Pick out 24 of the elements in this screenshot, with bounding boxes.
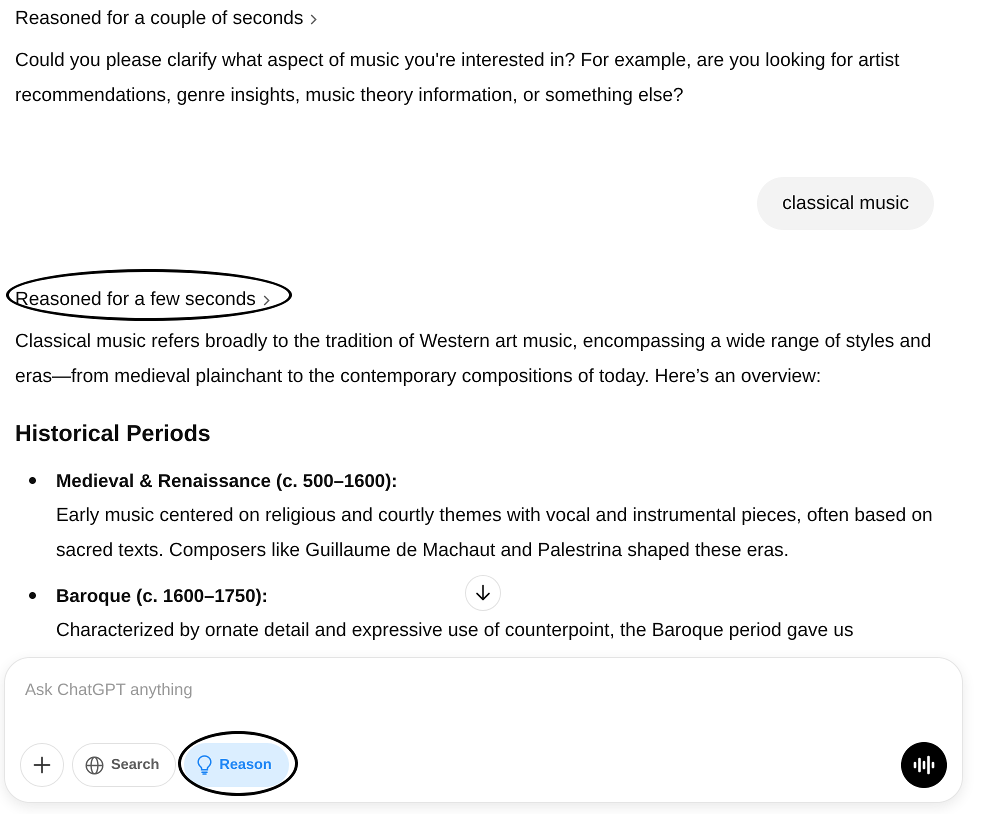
message-text: Could you please clarify what aspect of music you're interested in? For example, are you looking for artist recommendations, genre insights, music theory information, or something else? bbox=[15, 49, 900, 108]
bullet-icon bbox=[29, 477, 36, 484]
bullet-text: Early music centered on religious and courtly themes with vocal and instrumental pieces, often based on sacred texts. Composers like Guillaume de Machaut and Palestrina shaped these eras. bbox=[56, 504, 934, 563]
search-button[interactable]: Search bbox=[72, 743, 176, 787]
scroll-down-button[interactable] bbox=[465, 575, 501, 611]
bullet-title: Baroque (c. 1600–1750): bbox=[56, 584, 268, 608]
add-button[interactable] bbox=[20, 743, 64, 787]
arrow-down-icon bbox=[474, 584, 492, 602]
waveform-icon bbox=[913, 755, 935, 775]
globe-icon bbox=[85, 756, 104, 774]
chevron-right-icon bbox=[262, 294, 270, 306]
bullet-icon bbox=[29, 592, 36, 599]
user-message-bubble: classical music bbox=[757, 177, 934, 230]
voice-button[interactable] bbox=[901, 742, 947, 788]
section-heading: Historical Periods bbox=[15, 419, 211, 448]
lightbulb-icon bbox=[197, 755, 212, 775]
bullet-text: Characterized by ornate detail and expressive use of counterpoint, the Baroque period gave us bbox=[56, 619, 854, 643]
message-input[interactable]: Ask ChatGPT anything bbox=[20, 672, 947, 708]
message-text: Classical music refers broadly to the tradition of Western art music, encompassing a wide range of styles and eras—from medieval plainchant to the contemporary compositions of today. Here’s an overview: bbox=[15, 330, 932, 389]
reasoning-toggle[interactable]: Reasoned for a few seconds bbox=[15, 286, 270, 314]
bullet-title: Medieval & Renaissance (c. 500–1600): bbox=[56, 469, 398, 493]
reasoning-toggle[interactable]: Reasoned for a couple of seconds bbox=[15, 5, 318, 33]
plus-icon bbox=[32, 755, 52, 775]
chevron-right-icon bbox=[310, 14, 318, 24]
